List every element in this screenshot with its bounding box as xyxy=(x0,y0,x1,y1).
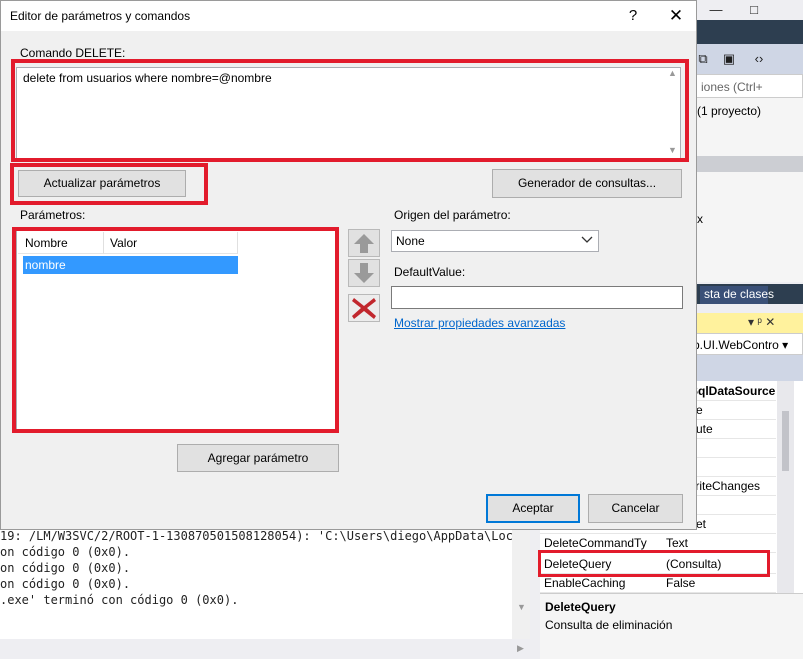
output-line: .exe' terminó con código 0 (0x0). xyxy=(0,593,239,607)
query-builder-button[interactable]: Generador de consultas... xyxy=(492,169,682,198)
solution-explorer-toolbar: ⧉ ▣ ‹› xyxy=(690,44,803,74)
arrow-up-icon xyxy=(354,234,374,253)
highlight-command xyxy=(11,59,689,162)
scroll-right-icon[interactable]: ▶ xyxy=(517,643,524,654)
ide-tab-strip xyxy=(690,20,803,44)
highlight-refresh xyxy=(10,163,208,205)
output-hscrollbar[interactable]: ▶ xyxy=(0,639,530,659)
properties-object-select[interactable]: b.UI.WebContro ▾ xyxy=(690,333,803,355)
highlight-parameters xyxy=(12,227,339,433)
solution-divider xyxy=(690,156,803,172)
description-title: DeleteQuery xyxy=(545,600,616,614)
solution-tree-lower xyxy=(690,172,803,282)
delete-parameter-button[interactable] xyxy=(348,294,380,322)
origin-select[interactable]: None xyxy=(391,230,599,252)
cancel-button[interactable]: Cancelar xyxy=(588,494,683,523)
chevron-down-icon[interactable] xyxy=(581,235,593,245)
pin-icon[interactable]: ▾ ᵖ ✕ xyxy=(748,315,775,329)
scrollbar-thumb[interactable] xyxy=(782,411,789,471)
output-line: on código 0 (0x0). xyxy=(0,577,131,591)
move-down-button[interactable] xyxy=(348,259,380,287)
highlight-deletequery xyxy=(538,550,770,577)
command-label: Comando DELETE: xyxy=(20,46,126,60)
properties-header: ▾ ᵖ ✕ xyxy=(690,313,803,333)
close-button[interactable]: ✕ xyxy=(661,5,691,27)
delete-x-icon xyxy=(352,298,376,319)
properties-scrollbar[interactable] xyxy=(777,381,794,593)
arrow-down-icon xyxy=(354,263,374,283)
output-line: on código 0 (0x0). xyxy=(0,545,131,559)
description-text: Consulta de eliminación xyxy=(545,618,673,632)
default-value-label: DefaultValue: xyxy=(394,265,466,279)
solution-search-input[interactable]: iones (Ctrl+ xyxy=(690,74,803,98)
ok-button[interactable]: Aceptar xyxy=(486,494,580,523)
origin-label: Origen del parámetro: xyxy=(394,208,511,222)
help-button[interactable]: ? xyxy=(618,5,648,27)
dialog-title: Editor de parámetros y comandos xyxy=(10,9,191,23)
preview-icon[interactable]: ▣ xyxy=(720,50,738,68)
maximize-button[interactable]: □ xyxy=(740,0,768,20)
parameter-editor-dialog: Editor de parámetros y comandos ? ✕ Coma… xyxy=(0,0,697,530)
code-icon[interactable]: ‹› xyxy=(750,50,768,68)
default-value-input[interactable] xyxy=(391,286,683,309)
ide-titlebar: — □ xyxy=(690,0,803,20)
add-parameter-button[interactable]: Agregar parámetro xyxy=(177,444,339,472)
solution-node[interactable]: (1 proyecto) xyxy=(697,104,761,118)
scroll-down-icon[interactable]: ▼ xyxy=(517,602,526,612)
output-line: 19: /LM/W3SVC/2/ROOT-1-13087050150812805… xyxy=(0,529,528,543)
properties-toolbar xyxy=(690,355,803,381)
advanced-properties-link[interactable]: Mostrar propiedades avanzadas xyxy=(394,316,565,330)
parameters-label: Parámetros: xyxy=(20,208,86,222)
output-vscrollbar[interactable]: ▼ xyxy=(512,520,530,639)
tree-item[interactable]: x xyxy=(697,212,703,226)
move-up-button[interactable] xyxy=(348,229,380,257)
tab-class-view[interactable]: sta de clases xyxy=(700,286,774,304)
output-line: on código 0 (0x0). xyxy=(0,561,131,575)
minimize-button[interactable]: — xyxy=(702,0,730,20)
dialog-titlebar: Editor de parámetros y comandos ? ✕ xyxy=(1,1,696,31)
